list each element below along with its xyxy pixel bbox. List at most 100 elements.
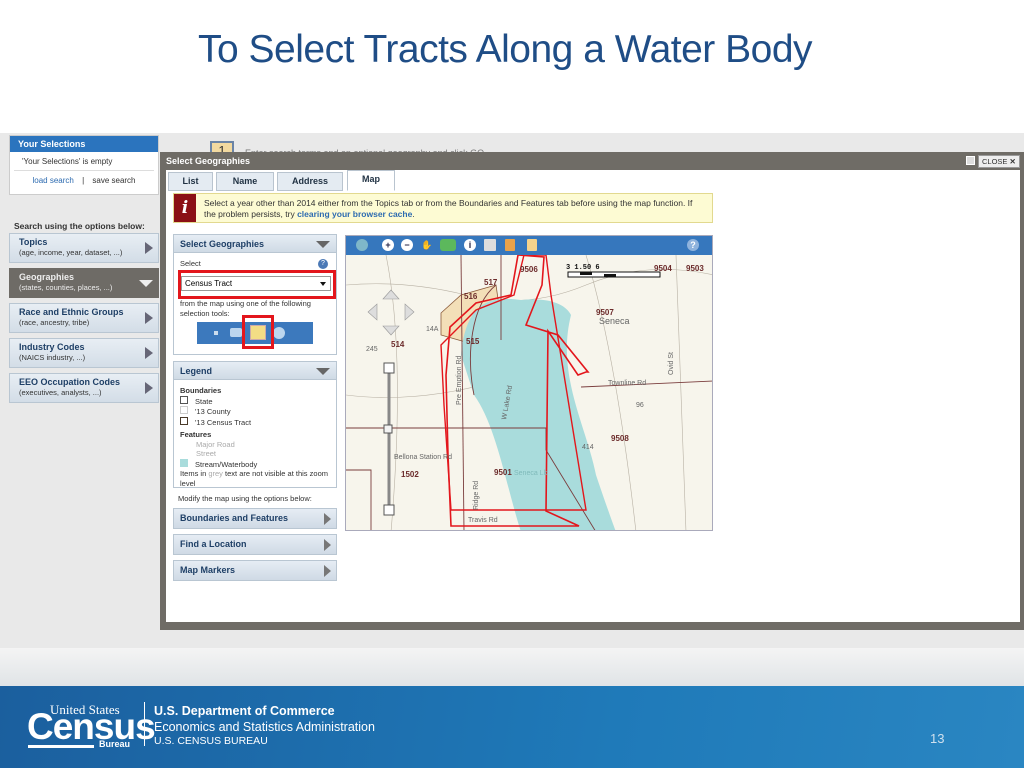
census-logo: Census [27,706,156,747]
map-view[interactable]: + − ✋ i ? 9506 517 516 514 515 9507 9508… [345,235,713,531]
search-options-label: Search using the options below: [14,221,145,231]
tab-list[interactable]: List [168,172,213,191]
info-banner: i Select a year other than 2014 either f… [173,193,713,223]
tab-address[interactable]: Address [277,172,343,191]
tract-label: 516 [464,292,478,301]
tab-name[interactable]: Name [216,172,274,191]
clear-cache-link[interactable]: clearing your browser cache [297,209,412,219]
geographies-button[interactable]: Geographies (states, counties, places, ..… [9,268,159,298]
zoom-in-icon [383,362,395,374]
save-search-link[interactable]: save search [92,176,135,185]
road-label: Travis Rd [468,517,498,524]
separator: | [82,176,85,185]
tract-label: 1502 [401,470,419,479]
industry-codes-button[interactable]: Industry Codes (NAICS industry, ...) [9,338,159,368]
close-button[interactable]: CLOSE ✕ [978,155,1020,168]
pan-north-icon [382,289,400,300]
selections-empty-text: 'Your Selections' is empty [14,152,154,171]
tract-label: 517 [484,278,498,287]
esa-name: Economics and Statistics Administration [154,720,375,734]
zoom-out-icon[interactable]: − [401,239,413,251]
slide-title: To Select Tracts Along a Water Body [197,28,813,71]
highlight-box [242,315,274,349]
dialog-title: Select Geographies [166,156,251,166]
highlight-box [178,270,336,299]
select-geographies-header[interactable]: Select Geographies [173,234,337,253]
highway-label: 96 [636,402,644,409]
legend-county: '13 County [180,406,330,417]
zoom-in-icon[interactable]: + [382,239,394,251]
race-ethnic-button[interactable]: Race and Ethnic Groups (race, ancestry, t… [9,303,159,333]
arrow-right-icon [145,382,153,394]
find-location-button[interactable]: Find a Location [173,534,337,555]
features-label: Features [180,430,212,439]
close-icon: ✕ [1009,157,1016,166]
arrow-right-icon [324,513,331,525]
legend-note: Items in grey text are not visible at th… [180,469,328,488]
info-icon: i [174,194,196,222]
pan-icon[interactable]: ✋ [421,239,433,251]
bureau-name: U.S. CENSUS BUREAU [154,735,268,747]
legend-street: Street [196,449,217,458]
pan-east-icon [404,303,415,321]
legend-water: Stream/Waterbody [180,458,330,470]
pan-control [367,289,415,336]
road-label: Bellona Station Rd [394,454,452,461]
pan-west-icon [367,303,378,321]
select-label: Select [180,259,201,268]
tract-label: 9501 [494,468,512,477]
load-search-link[interactable]: load search [32,176,73,185]
legend-tract: '13 Census Tract [180,416,330,428]
us-map-icon[interactable] [440,239,456,251]
map-markers-button[interactable]: Map Markers [173,560,337,581]
tract-label: 515 [466,337,480,346]
footer-bar: United States Census Bureau U.S. Departm… [0,686,1024,768]
bookmark-icon[interactable] [527,239,537,251]
road-label: Ovid St [668,352,675,375]
topics-button[interactable]: Topics (age, income, year, dataset, ...) [9,233,159,263]
info-text: Select a year other than 2014 either fro… [204,198,693,219]
pan-south-icon [382,325,400,336]
map-toolbar: + − ✋ i ? [346,236,712,255]
highway-label: 245 [366,346,378,353]
chevron-down-icon [316,368,330,375]
highway-label: 414 [582,444,594,451]
tract-label: 9503 [686,264,704,273]
rectangle-tool-icon[interactable] [230,328,242,337]
your-selections-panel: Your Selections 'Your Selections' is emp… [9,135,159,195]
help-icon[interactable]: ? [318,259,328,269]
page-number: 13 [930,731,945,746]
zoom-slider-handle [383,424,393,434]
print-icon[interactable] [484,239,496,251]
modify-label: Modify the map using the options below: [178,494,312,503]
layers-icon[interactable] [356,239,368,251]
tract-label: 514 [391,340,405,349]
logo-underline [28,745,94,748]
boundaries-features-button[interactable]: Boundaries and Features [173,508,337,529]
export-icon[interactable] [505,239,515,251]
legend-header[interactable]: Legend [173,361,337,380]
help-icon[interactable]: ? [687,239,699,251]
road-label: Pre Emption Rd [456,355,463,405]
info-icon[interactable]: i [464,239,476,251]
road-label: Townline Rd [608,380,646,387]
arrow-right-icon [324,565,331,577]
arrow-down-icon [139,280,153,287]
map-canvas: 9506 517 516 514 515 9507 9508 9501 1502… [346,255,712,530]
your-selections-header: Your Selections [10,136,158,152]
maximize-icon[interactable] [966,156,975,165]
lake-label: Seneca Lk [514,470,548,477]
lake-water [461,298,616,530]
tract-label: 9506 [520,265,538,274]
arrow-right-icon [145,312,153,324]
arrow-right-icon [324,539,331,551]
zoom-out-icon [383,504,395,516]
point-tool-icon[interactable] [214,331,218,335]
circle-tool-icon[interactable] [273,327,285,339]
tab-map[interactable]: Map [347,170,395,191]
place-label: Seneca [599,316,630,326]
slide-band [0,648,1024,688]
road-label: Ridge Rd [473,481,480,510]
eeo-codes-button[interactable]: EEO Occupation Codes (executives, analyst… [9,373,159,403]
chevron-down-icon [316,241,330,248]
